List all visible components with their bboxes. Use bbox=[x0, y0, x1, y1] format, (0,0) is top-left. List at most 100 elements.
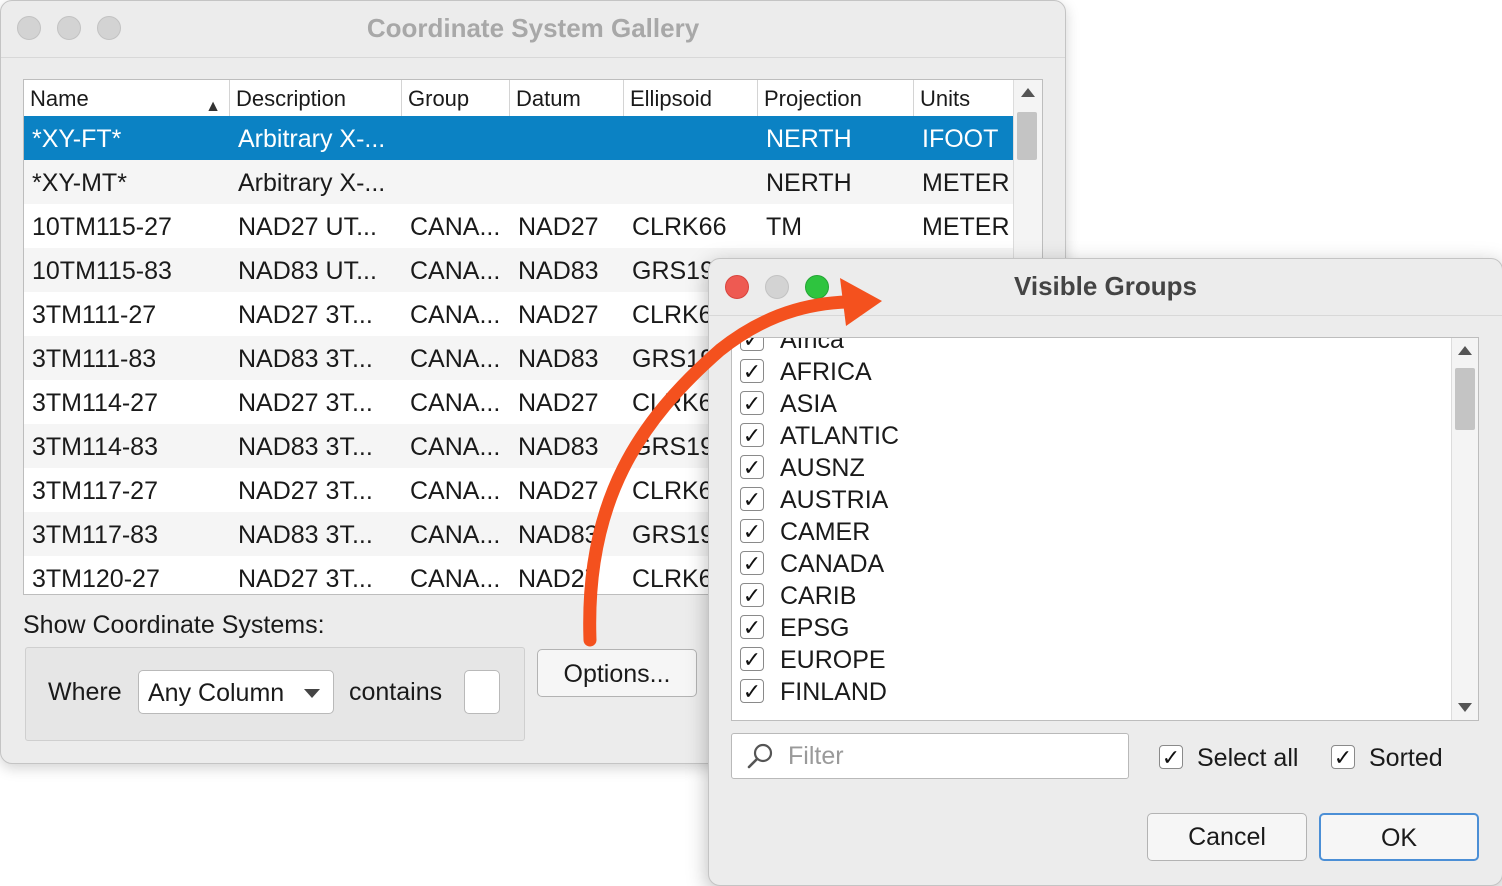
cell-description: NAD83 3T... bbox=[238, 521, 373, 549]
group-item[interactable]: ✓ ASIA bbox=[740, 388, 1440, 420]
group-item[interactable]: ✓ ATLANTIC bbox=[740, 420, 1440, 452]
table-row[interactable]: *XY-FT* Arbitrary X-... NERTH IFOOT bbox=[24, 116, 1014, 160]
search-icon bbox=[747, 743, 773, 769]
cell-group: CANA... bbox=[410, 301, 501, 329]
group-item[interactable]: ✓ FINLAND bbox=[740, 676, 1440, 708]
where-column-select[interactable]: Any Column bbox=[138, 670, 334, 714]
column-header-name[interactable]: Name ▲ bbox=[24, 80, 230, 116]
checkmark-icon[interactable]: ✓ bbox=[740, 359, 764, 384]
group-label: FINLAND bbox=[780, 678, 887, 706]
cell-description: NAD27 3T... bbox=[238, 301, 373, 329]
cell-group: CANA... bbox=[410, 257, 501, 285]
group-label: AUSNZ bbox=[780, 454, 865, 482]
filter-input[interactable]: Filter bbox=[731, 733, 1129, 779]
cell-ellipsoid bbox=[624, 116, 758, 160]
column-header-label: Name bbox=[30, 86, 89, 111]
group-label: EPSG bbox=[780, 614, 850, 642]
checkmark-icon[interactable]: ✓ bbox=[740, 338, 764, 352]
group-item[interactable]: ✓ EUROPE bbox=[740, 644, 1440, 676]
cell-datum: NAD27 bbox=[518, 213, 599, 241]
column-header-projection[interactable]: Projection bbox=[758, 80, 914, 116]
cell-description: NAD83 UT... bbox=[238, 257, 377, 285]
cell-datum bbox=[510, 116, 624, 160]
cell-ellipsoid bbox=[624, 160, 758, 204]
cell-datum: NAD83 bbox=[518, 521, 599, 549]
show-coordinate-systems-label: Show Coordinate Systems: bbox=[23, 611, 325, 639]
cell-datum: NAD27 bbox=[518, 477, 599, 505]
where-column-value: Any Column bbox=[148, 679, 285, 707]
table-row[interactable]: *XY-MT* Arbitrary X-... NERTH METER bbox=[24, 160, 1014, 204]
sorted-label: Sorted bbox=[1369, 744, 1443, 772]
group-item[interactable]: ✓ AUSNZ bbox=[740, 452, 1440, 484]
group-label: CAMER bbox=[780, 518, 871, 546]
cell-projection: TM bbox=[766, 213, 803, 241]
group-item[interactable]: ✓ AFRICA bbox=[740, 356, 1440, 388]
group-item[interactable]: ✓ Africa bbox=[740, 337, 1440, 356]
checkmark-icon[interactable]: ✓ bbox=[740, 423, 764, 448]
cell-group: CANA... bbox=[410, 433, 501, 461]
scroll-up-arrow-icon[interactable] bbox=[1458, 346, 1472, 355]
cell-description: NAD27 3T... bbox=[238, 565, 373, 593]
cell-name: 3TM114-83 bbox=[32, 433, 158, 461]
cell-group: CANA... bbox=[410, 389, 501, 417]
groups-scrollbar[interactable] bbox=[1451, 338, 1478, 720]
column-header-description[interactable]: Description bbox=[230, 80, 402, 116]
cell-name: 3TM111-27 bbox=[32, 301, 157, 329]
group-item[interactable]: ✓ AUSTRIA bbox=[740, 484, 1440, 516]
group-label: AUSTRIA bbox=[780, 486, 889, 514]
cell-datum: NAD83 bbox=[518, 345, 599, 373]
filter-placeholder: Filter bbox=[788, 742, 844, 770]
group-label: Africa bbox=[780, 337, 844, 354]
column-header-group[interactable]: Group bbox=[402, 80, 510, 116]
where-label: Where bbox=[48, 678, 122, 706]
checkmark-icon[interactable]: ✓ bbox=[740, 583, 764, 608]
checkmark-icon[interactable]: ✓ bbox=[740, 647, 764, 672]
group-item[interactable]: ✓ CAMER bbox=[740, 516, 1440, 548]
cell-group: CANA... bbox=[410, 345, 501, 373]
groups-list[interactable]: ✓ Africa ✓ AFRICA ✓ ASIA ✓ ATLANTIC ✓ AUSNZ ✓ AUSTR… bbox=[731, 337, 1479, 721]
options-button[interactable]: Options... bbox=[537, 649, 697, 697]
cell-description: Arbitrary X-... bbox=[238, 169, 386, 197]
checkmark-icon[interactable]: ✓ bbox=[740, 487, 764, 512]
checkmark-icon[interactable]: ✓ bbox=[740, 615, 764, 640]
visible-groups-dialog: Visible Groups ✓ Africa ✓ AFRICA ✓ ASIA ✓ ATLAN… bbox=[708, 258, 1502, 886]
contains-label: contains bbox=[349, 678, 443, 706]
contains-input[interactable] bbox=[464, 670, 500, 714]
group-item[interactable]: ✓ EPSG bbox=[740, 612, 1440, 644]
column-header-ellipsoid[interactable]: Ellipsoid bbox=[624, 80, 758, 116]
checkmark-icon[interactable]: ✓ bbox=[1331, 745, 1355, 770]
cell-description: Arbitrary X-... bbox=[238, 125, 386, 153]
checkmark-icon[interactable]: ✓ bbox=[740, 551, 764, 576]
checkmark-icon[interactable]: ✓ bbox=[1159, 745, 1183, 770]
cell-datum: NAD83 bbox=[518, 433, 599, 461]
column-header-units[interactable]: Units bbox=[914, 80, 1014, 116]
dialog-title: Visible Groups bbox=[1013, 271, 1197, 301]
cell-description: NAD83 3T... bbox=[238, 433, 373, 461]
checkmark-icon[interactable]: ✓ bbox=[740, 519, 764, 544]
scrollbar-thumb[interactable] bbox=[1017, 112, 1037, 160]
cell-datum: NAD27 bbox=[518, 565, 599, 593]
cell-name: 10TM115-27 bbox=[32, 213, 172, 241]
cell-group: CANA... bbox=[410, 521, 501, 549]
checkmark-icon[interactable]: ✓ bbox=[740, 391, 764, 416]
column-header-datum[interactable]: Datum bbox=[510, 80, 624, 116]
cell-group bbox=[402, 116, 510, 160]
checkmark-icon[interactable]: ✓ bbox=[740, 455, 764, 480]
cell-group: CANA... bbox=[410, 213, 501, 241]
group-item[interactable]: ✓ CANADA bbox=[740, 548, 1440, 580]
cell-projection: NERTH bbox=[766, 169, 852, 197]
scroll-down-arrow-icon[interactable] bbox=[1458, 703, 1472, 712]
ok-button[interactable]: OK bbox=[1319, 813, 1479, 861]
cell-units: METER bbox=[922, 169, 1010, 197]
cell-name: *XY-MT* bbox=[32, 169, 127, 197]
checkmark-icon[interactable]: ✓ bbox=[740, 679, 764, 704]
cancel-button[interactable]: Cancel bbox=[1147, 813, 1307, 861]
group-item[interactable]: ✓ CARIB bbox=[740, 580, 1440, 612]
table-row[interactable]: 10TM115-27 NAD27 UT... CANA... NAD27 CLRK66 T… bbox=[24, 204, 1014, 248]
cell-description: NAD83 3T... bbox=[238, 345, 373, 373]
cell-group bbox=[402, 160, 510, 204]
scroll-up-arrow-icon[interactable] bbox=[1021, 88, 1035, 97]
group-label: ASIA bbox=[780, 390, 837, 418]
scrollbar-thumb[interactable] bbox=[1455, 368, 1475, 430]
cell-name: 3TM117-27 bbox=[32, 477, 158, 505]
